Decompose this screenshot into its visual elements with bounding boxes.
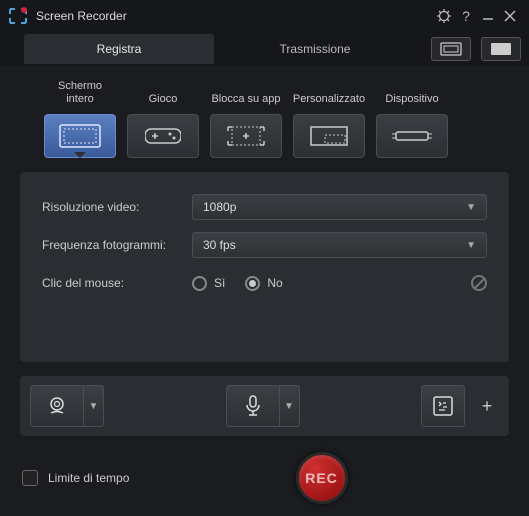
- radio-icon: [192, 276, 207, 291]
- chevron-down-icon: ▼: [466, 240, 476, 251]
- app-logo-icon: [8, 6, 28, 26]
- webcam-button[interactable]: [30, 385, 84, 427]
- mode-game-button[interactable]: [127, 114, 199, 158]
- mode-label-lockapp: Blocca su app: [210, 78, 282, 106]
- source-strip: ▼ ▼ +: [20, 376, 509, 436]
- mouseclick-yes-label: Sì: [214, 276, 225, 290]
- mode-lockapp-button[interactable]: [210, 114, 282, 158]
- mode-label-custom: Personalizzato: [293, 78, 365, 106]
- mode-label-device: Dispositivo: [376, 78, 448, 106]
- mode-labels: Schermo intero Gioco Blocca su app Perso…: [0, 66, 529, 114]
- mode-label-game: Gioco: [127, 78, 199, 106]
- microphone-dropdown[interactable]: ▼: [280, 385, 300, 427]
- timelimit-label: Limite di tempo: [48, 471, 198, 485]
- display-mode-button[interactable]: [431, 37, 471, 61]
- footer: Limite di tempo REC: [0, 446, 529, 510]
- settings-panel: Risoluzione video: 1080p ▼ Frequenza fot…: [20, 172, 509, 362]
- close-button[interactable]: [499, 5, 521, 27]
- radio-icon: [245, 276, 260, 291]
- record-button[interactable]: REC: [296, 452, 348, 504]
- fullscreen-mode-button[interactable]: [481, 37, 521, 61]
- mode-label-fullscreen: Schermo intero: [44, 78, 116, 106]
- tab-record[interactable]: Registra: [24, 34, 214, 64]
- framerate-label: Frequenza fotogrammi:: [42, 238, 192, 252]
- webcam-dropdown[interactable]: ▼: [84, 385, 104, 427]
- minimize-button[interactable]: [477, 5, 499, 27]
- framerate-select[interactable]: 30 fps ▼: [192, 232, 487, 258]
- tab-stream[interactable]: Trasmissione: [220, 34, 410, 64]
- add-source-button[interactable]: +: [475, 385, 499, 427]
- framerate-value: 30 fps: [203, 238, 236, 252]
- mode-buttons: [0, 114, 529, 172]
- timelimit-checkbox[interactable]: [22, 470, 38, 486]
- mode-custom-button[interactable]: [293, 114, 365, 158]
- resolution-value: 1080p: [203, 200, 236, 214]
- resolution-select[interactable]: 1080p ▼: [192, 194, 487, 220]
- settings-icon[interactable]: [433, 5, 455, 27]
- resolution-label: Risoluzione video:: [42, 200, 192, 214]
- record-button-label: REC: [305, 470, 338, 486]
- mode-device-button[interactable]: [376, 114, 448, 158]
- help-icon[interactable]: ?: [455, 5, 477, 27]
- titlebar: Screen Recorder ?: [0, 0, 529, 32]
- mode-fullscreen-button[interactable]: [44, 114, 116, 158]
- prohibit-icon: [471, 275, 487, 291]
- chevron-down-icon: ▼: [466, 202, 476, 213]
- tab-strip: Registra Trasmissione: [0, 32, 529, 66]
- microphone-button[interactable]: [226, 385, 280, 427]
- mouseclick-no-radio[interactable]: No: [245, 276, 282, 291]
- mouseclick-label: Clic del mouse:: [42, 276, 192, 290]
- mouseclick-yes-radio[interactable]: Sì: [192, 276, 225, 291]
- overlay-button[interactable]: [421, 385, 465, 427]
- mouseclick-no-label: No: [267, 276, 282, 290]
- window-title: Screen Recorder: [36, 9, 433, 23]
